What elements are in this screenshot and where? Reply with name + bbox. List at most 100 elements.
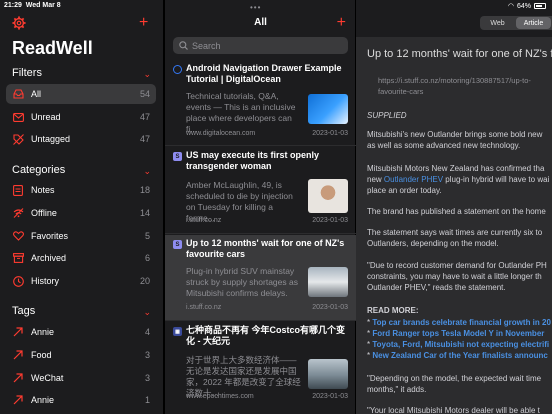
note-icon bbox=[12, 184, 24, 196]
paragraph: Mitsubishi Motors New Zealand has confir… bbox=[367, 164, 550, 195]
sidebar-item-label: Untagged bbox=[31, 134, 71, 144]
item-thumbnail bbox=[308, 267, 348, 297]
sidebar-item-tag[interactable]: Annie 4 bbox=[6, 322, 156, 342]
paragraph: "Your local Mitsubishi Motors dealer wil… bbox=[367, 406, 540, 414]
wifi-icon: ◠ bbox=[507, 3, 514, 10]
sidebar-item-untagged[interactable]: Untagged 47 bbox=[6, 129, 156, 149]
paragraph: The statement says wait times are curren… bbox=[367, 228, 543, 248]
sidebar-item-label: Notes bbox=[31, 185, 55, 195]
sidebar-item-all[interactable]: All 54 bbox=[6, 84, 156, 104]
item-source: i.stuff.co.nz bbox=[186, 217, 222, 224]
paragraph: Mitsubishi's new Outlander brings some b… bbox=[367, 130, 543, 150]
sidebar-item-unread[interactable]: Unread 47 bbox=[6, 107, 156, 127]
web-tab[interactable]: Web bbox=[480, 16, 515, 30]
arrow-up-right-icon bbox=[12, 326, 24, 338]
battery-icon bbox=[534, 3, 546, 9]
sidebar-item-tag[interactable]: Food 3 bbox=[6, 345, 156, 365]
sidebar-item-label: Favorites bbox=[31, 231, 69, 241]
tag-slash-icon bbox=[12, 133, 24, 145]
item-source: www.epochtimes.com bbox=[186, 393, 254, 400]
sidebar-item-label: WeChat bbox=[31, 373, 64, 383]
item-thumbnail bbox=[308, 179, 348, 213]
epochtimes-favicon-icon: ▦ bbox=[173, 327, 182, 336]
status-bar: 21:29 Wed Mar 8 ◠ 64% bbox=[0, 0, 552, 12]
sidebar: + ReadWell Filters ⌄ All 54 Unread 47 Un… bbox=[0, 0, 163, 414]
chevron-down-icon[interactable]: ⌄ bbox=[143, 307, 151, 318]
sidebar-item-label: All bbox=[31, 89, 42, 99]
item-thumbnail bbox=[308, 94, 348, 124]
read-more-link[interactable]: Top car brands celebrate financial growt… bbox=[372, 318, 551, 327]
article-content: Up to 12 months' wait for one of NZ's fa… bbox=[356, 37, 552, 414]
article-list: ••• All + Search Android Navigation Draw… bbox=[164, 0, 356, 414]
sidebar-item-label: Unread bbox=[31, 112, 61, 122]
chevron-down-icon[interactable]: ⌄ bbox=[143, 69, 151, 80]
list-title: All bbox=[254, 17, 267, 28]
item-excerpt: Plug-in hybrid SUV mainstay struck by su… bbox=[186, 266, 298, 298]
sidebar-item-notes[interactable]: Notes 18 bbox=[6, 180, 156, 200]
item-date: 2023-01-03 bbox=[312, 393, 348, 400]
photo-credit: SUPPLIED bbox=[367, 111, 407, 120]
item-count: 3 bbox=[144, 373, 150, 383]
stuff-favicon-icon: S bbox=[173, 152, 182, 161]
sidebar-item-label: Archived bbox=[31, 253, 67, 263]
read-more-link[interactable]: Toyota, Ford, Mitsubishi not expecting e… bbox=[372, 340, 549, 349]
list-item-selected[interactable]: S Up to 12 months' wait for one of NZ's … bbox=[165, 235, 356, 321]
item-count: 4 bbox=[144, 327, 150, 337]
item-count: 54 bbox=[139, 89, 150, 99]
list-item[interactable]: ▦ 七种商品不再有 今年Costco有哪几个变化 - 大纪元 对于世界上大多数经… bbox=[165, 322, 356, 414]
sidebar-item-favorites[interactable]: Favorites 5 bbox=[6, 226, 156, 246]
tags-heading: Tags bbox=[12, 305, 36, 317]
sidebar-item-label: Food bbox=[31, 350, 52, 360]
item-title: 七种商品不再有 今年Costco有哪几个变化 - 大纪元 bbox=[186, 325, 346, 346]
app-title: ReadWell bbox=[12, 38, 93, 58]
arrow-up-right-icon bbox=[12, 372, 24, 384]
list-item[interactable]: Android Navigation Drawer Example Tutori… bbox=[165, 60, 356, 146]
add-article-icon[interactable]: + bbox=[337, 15, 346, 31]
digitalocean-favicon-icon bbox=[173, 65, 182, 74]
envelope-icon bbox=[12, 111, 24, 123]
sidebar-item-tag[interactable]: Annie 1 bbox=[6, 390, 156, 410]
item-date: 2023-01-03 bbox=[312, 217, 348, 224]
search-input[interactable]: Search bbox=[173, 37, 348, 54]
read-more-heading: READ MORE: bbox=[367, 306, 419, 315]
read-more-link[interactable]: New Zealand Car of the Year finalists an… bbox=[372, 351, 547, 360]
item-count: 47 bbox=[139, 112, 150, 122]
sidebar-item-history[interactable]: History 20 bbox=[6, 271, 156, 291]
item-count: 18 bbox=[139, 185, 150, 195]
sidebar-item-label: History bbox=[31, 276, 60, 286]
item-count: 20 bbox=[139, 276, 150, 286]
article-url[interactable]: https://i.stuff.co.nz/motoring/130887517… bbox=[378, 75, 552, 97]
tray-icon bbox=[12, 88, 24, 100]
archive-icon bbox=[12, 252, 24, 264]
outlander-phev-link[interactable]: Outlander PHEV bbox=[384, 175, 443, 184]
item-date: 2023-01-03 bbox=[312, 130, 348, 137]
list-item[interactable]: S US may execute its first openly transg… bbox=[165, 147, 356, 234]
sidebar-item-archived[interactable]: Archived 6 bbox=[6, 248, 156, 268]
arrow-up-right-icon bbox=[12, 394, 24, 406]
clock-icon bbox=[12, 275, 24, 287]
item-count: 6 bbox=[144, 253, 150, 263]
item-count: 3 bbox=[144, 350, 150, 360]
item-excerpt: Technical tutorials, Q&A, events — This … bbox=[186, 91, 296, 134]
gear-icon[interactable] bbox=[12, 16, 26, 30]
view-mode-segmented-control[interactable]: Web Article bbox=[480, 16, 552, 30]
paragraph: The brand has published a statement on t… bbox=[367, 207, 546, 216]
item-title: Up to 12 months' wait for one of NZ's fa… bbox=[186, 238, 345, 259]
status-right: ◠ 64% bbox=[508, 2, 546, 10]
chevron-down-icon[interactable]: ⌄ bbox=[143, 166, 151, 177]
battery-percent: 64% bbox=[516, 2, 531, 10]
heart-icon bbox=[12, 230, 24, 242]
add-icon[interactable]: + bbox=[139, 15, 148, 31]
sidebar-item-label: Offline bbox=[31, 208, 57, 218]
sidebar-item-tag[interactable]: WeChat 3 bbox=[6, 368, 156, 388]
article-tab[interactable]: Article bbox=[516, 17, 551, 29]
item-date: 2023-01-03 bbox=[312, 304, 348, 311]
item-title: Android Navigation Drawer Example Tutori… bbox=[186, 63, 342, 84]
arrow-up-right-icon bbox=[12, 349, 24, 361]
sidebar-item-offline[interactable]: Offline 14 bbox=[6, 203, 156, 223]
item-source: i.stuff.co.nz bbox=[186, 304, 222, 311]
article-title: Up to 12 months' wait for one of NZ's fa… bbox=[367, 48, 552, 60]
read-more-link[interactable]: Ford Ranger tops Tesla Model Y in Novemb… bbox=[372, 329, 544, 338]
wifi-slash-icon bbox=[12, 207, 24, 219]
item-title: US may execute its first openly transgen… bbox=[186, 150, 320, 171]
